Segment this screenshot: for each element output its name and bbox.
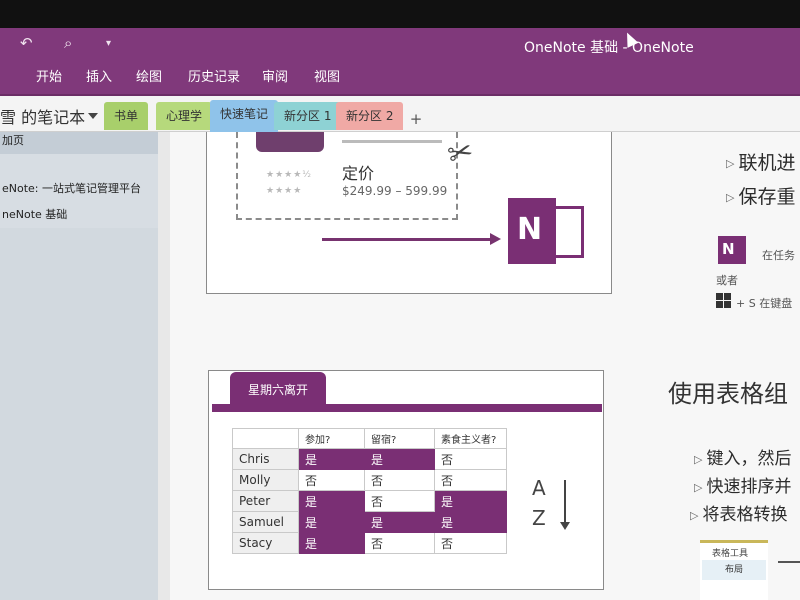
or-text: 或者 bbox=[716, 274, 738, 287]
section-tab-new-1[interactable]: 新分区 1 bbox=[274, 102, 342, 130]
sort-arrow-line bbox=[564, 480, 566, 526]
onenote-pages-icon bbox=[556, 206, 584, 258]
table-row: Molly 否 否 否 bbox=[232, 469, 507, 491]
onenote-small-letter: N bbox=[722, 240, 735, 258]
row-name: Molly bbox=[232, 469, 299, 491]
tab-draw[interactable]: 绘图 bbox=[136, 66, 162, 85]
table-row: Chris 是 是 否 bbox=[232, 448, 507, 470]
cell-attend: 是 bbox=[298, 511, 365, 533]
bullet-convert: ▷ 将表格转换 bbox=[690, 505, 788, 525]
cell-stay: 否 bbox=[364, 490, 435, 512]
page-item-platform[interactable]: eNote: 一站式笔记管理平台 bbox=[0, 180, 158, 196]
row-name: Peter bbox=[232, 490, 299, 512]
rating-stars-2: ★★★★ bbox=[266, 186, 303, 196]
bullet-sort: ▷ 快速排序并 bbox=[694, 477, 792, 497]
attendance-table: 参加? 留宿? 素食主义者? Chris 是 是 否 Molly 否 否 否 P… bbox=[232, 428, 507, 554]
window-title: OneNote 基础 - OneNote bbox=[524, 40, 694, 56]
header-stay: 留宿? bbox=[364, 428, 435, 449]
shortcut-hint: + S 在键盘 bbox=[736, 297, 793, 310]
cell-stay: 是 bbox=[364, 511, 435, 533]
touch-mode-icon[interactable]: ⌕ bbox=[64, 34, 72, 52]
section-tab-new-2[interactable]: 新分区 2 bbox=[336, 102, 404, 130]
bullet-save: ▷ 保存重 bbox=[726, 186, 796, 208]
bullet-online-text: 联机进 bbox=[738, 152, 796, 174]
cell-stay: 是 bbox=[364, 448, 435, 470]
cell-vegetarian: 是 bbox=[434, 511, 507, 533]
bullet-save-text: 保存重 bbox=[738, 186, 796, 208]
ribbon-tabs: 开始 插入 绘图 历史记录 审阅 视图 bbox=[0, 62, 800, 96]
bullet-convert-text: 将表格转换 bbox=[702, 505, 788, 525]
divider bbox=[342, 140, 442, 143]
section-tab-booklist[interactable]: 书单 bbox=[104, 102, 149, 130]
arrow-right-icon bbox=[490, 233, 501, 245]
notebook-name[interactable]: 雪 的笔记本 bbox=[0, 104, 85, 128]
customize-dropdown-icon[interactable]: ▾ bbox=[106, 38, 111, 49]
bullet-type-text: 键入，然后 bbox=[706, 449, 792, 469]
onenote-logo-letter: N bbox=[517, 212, 543, 247]
bullet-type: ▷ 键入，然后 bbox=[694, 449, 792, 469]
sheet-tab-saturday: 星期六离开 bbox=[230, 372, 326, 404]
page-list-empty-area bbox=[0, 228, 158, 600]
table-tools-label: 表格工具 bbox=[712, 549, 749, 559]
arrow-line bbox=[322, 238, 494, 241]
section-heading-tables: 使用表格组 bbox=[668, 380, 788, 408]
tab-underline bbox=[212, 404, 602, 412]
page-list-scrollbar[interactable] bbox=[158, 132, 170, 600]
cell-vegetarian: 否 bbox=[434, 469, 507, 491]
bullet-online: ▷ 联机进 bbox=[726, 152, 796, 174]
tab-review[interactable]: 审阅 bbox=[262, 66, 288, 85]
onenote-logo-icon: N bbox=[508, 198, 556, 264]
page-item-basics[interactable]: neNote 基础 bbox=[0, 206, 158, 222]
add-page-button[interactable]: 加页 bbox=[0, 132, 158, 154]
tab-view[interactable]: 视图 bbox=[314, 66, 340, 85]
section-bar: 雪 的笔记本 书单 心理学 快速笔记 新分区 1 新分区 2 bbox=[0, 96, 800, 132]
cell-stay: 否 bbox=[364, 469, 435, 491]
section-tab-quick-notes[interactable]: 快速笔记 bbox=[210, 100, 279, 132]
sort-z-label: Z bbox=[532, 506, 546, 530]
connector-line bbox=[778, 561, 800, 563]
tab-history[interactable]: 历史记录 bbox=[188, 66, 240, 85]
cell-vegetarian: 否 bbox=[434, 448, 507, 470]
price-value: $249.99 – 599.99 bbox=[342, 184, 448, 198]
cell-attend: 是 bbox=[298, 490, 365, 512]
taskbar-hint: 在任务 bbox=[762, 249, 795, 262]
tab-layout: 布局 bbox=[702, 560, 766, 580]
onenote-small-icon: N bbox=[718, 236, 746, 264]
tab-insert[interactable]: 插入 bbox=[86, 66, 112, 85]
windows-logo-icon bbox=[716, 293, 731, 308]
chevron-down-icon[interactable] bbox=[88, 113, 98, 119]
monitor-bezel bbox=[0, 0, 800, 30]
bullet-sort-text: 快速排序并 bbox=[706, 477, 792, 497]
rating-stars: ★★★★½ bbox=[266, 170, 312, 180]
add-section-button[interactable]: + bbox=[402, 108, 430, 130]
row-name: Chris bbox=[232, 448, 299, 470]
cell-stay: 否 bbox=[364, 532, 435, 554]
table-row: Samuel 是 是 是 bbox=[232, 511, 507, 533]
cell-attend: 是 bbox=[298, 532, 365, 554]
cell-attend: 是 bbox=[298, 448, 365, 470]
undo-icon[interactable]: ↶ bbox=[20, 34, 33, 52]
header-vegetarian: 素食主义者? bbox=[434, 428, 507, 449]
table-corner-cell bbox=[232, 428, 299, 449]
table-row: Peter 是 否 是 bbox=[232, 490, 507, 512]
price-label: 定价 bbox=[342, 164, 375, 183]
row-name: Stacy bbox=[232, 532, 299, 554]
header-attend: 参加? bbox=[298, 428, 365, 449]
cell-vegetarian: 否 bbox=[434, 532, 507, 554]
arrow-down-icon bbox=[560, 522, 570, 530]
table-header-row: 参加? 留宿? 素食主义者? bbox=[232, 428, 507, 449]
page-list: 加页 eNote: 一站式笔记管理平台 neNote 基础 bbox=[0, 132, 158, 600]
sort-a-label: A bbox=[532, 476, 546, 500]
title-bar: ↶ ⌕ ▾ OneNote 基础 - OneNote bbox=[0, 28, 800, 62]
section-tab-psychology[interactable]: 心理学 bbox=[156, 102, 213, 130]
cell-attend: 否 bbox=[298, 469, 365, 491]
row-name: Samuel bbox=[232, 511, 299, 533]
cell-vegetarian: 是 bbox=[434, 490, 507, 512]
table-row: Stacy 是 否 否 bbox=[232, 532, 507, 554]
camera-icon bbox=[256, 132, 324, 152]
tab-home[interactable]: 开始 bbox=[36, 66, 62, 85]
